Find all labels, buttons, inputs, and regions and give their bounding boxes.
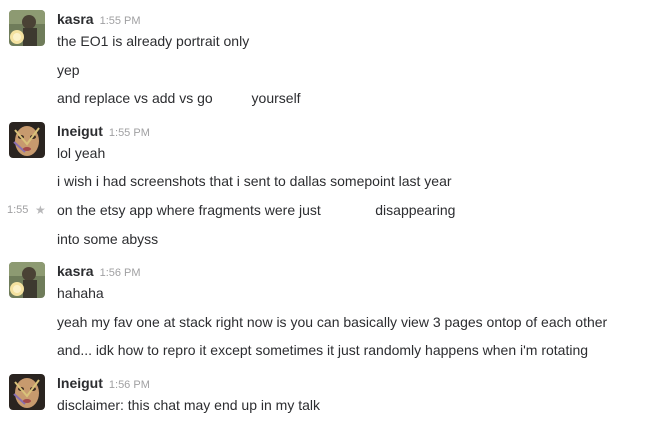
lneigut-avatar-image xyxy=(9,374,45,410)
message-text: lol yeah xyxy=(57,145,106,161)
kasra-avatar-image xyxy=(9,262,45,298)
author-name[interactable]: kasra xyxy=(57,263,94,279)
message-text: yeah my fav one at stack right now is yo… xyxy=(57,314,608,330)
message-text: into some abyss xyxy=(57,231,159,247)
timestamp[interactable]: 1:56 PM xyxy=(109,379,150,391)
lneigut-avatar-image xyxy=(9,122,45,158)
message-text: i wish i had screenshots that i sent to … xyxy=(57,173,452,189)
message-header: lneigut 1:56 PM xyxy=(57,375,150,393)
message-text: the EO1 is already portrait only xyxy=(57,33,250,49)
message-header: kasra 1:56 PM xyxy=(57,263,141,281)
avatar[interactable] xyxy=(9,10,45,46)
author-name[interactable]: lneigut xyxy=(57,123,103,139)
message-text: and replace vs add vs go yourself xyxy=(57,90,301,106)
message-text: hahaha xyxy=(57,285,104,301)
message-text: and... idk how to repro it except someti… xyxy=(57,342,589,358)
star-icon[interactable]: ★ xyxy=(35,201,46,219)
timestamp[interactable]: 1:55 PM xyxy=(100,15,141,27)
message-header: lneigut 1:55 PM xyxy=(57,123,150,141)
message-header: kasra 1:55 PM xyxy=(57,11,141,29)
message-text: yep xyxy=(57,62,80,78)
timestamp[interactable]: 1:55 PM xyxy=(109,127,150,139)
timestamp[interactable]: 1:56 PM xyxy=(100,267,141,279)
author-name[interactable]: lneigut xyxy=(57,375,103,391)
avatar[interactable] xyxy=(9,262,45,298)
message-text: disclaimer: this chat may end up in my t… xyxy=(57,397,320,413)
avatar[interactable] xyxy=(9,122,45,158)
avatar[interactable] xyxy=(9,374,45,410)
hover-timestamp[interactable]: 1:55 xyxy=(7,201,28,219)
kasra-avatar-image xyxy=(9,10,45,46)
message-text: on the etsy app where fragments were jus… xyxy=(57,202,456,218)
author-name[interactable]: kasra xyxy=(57,11,94,27)
